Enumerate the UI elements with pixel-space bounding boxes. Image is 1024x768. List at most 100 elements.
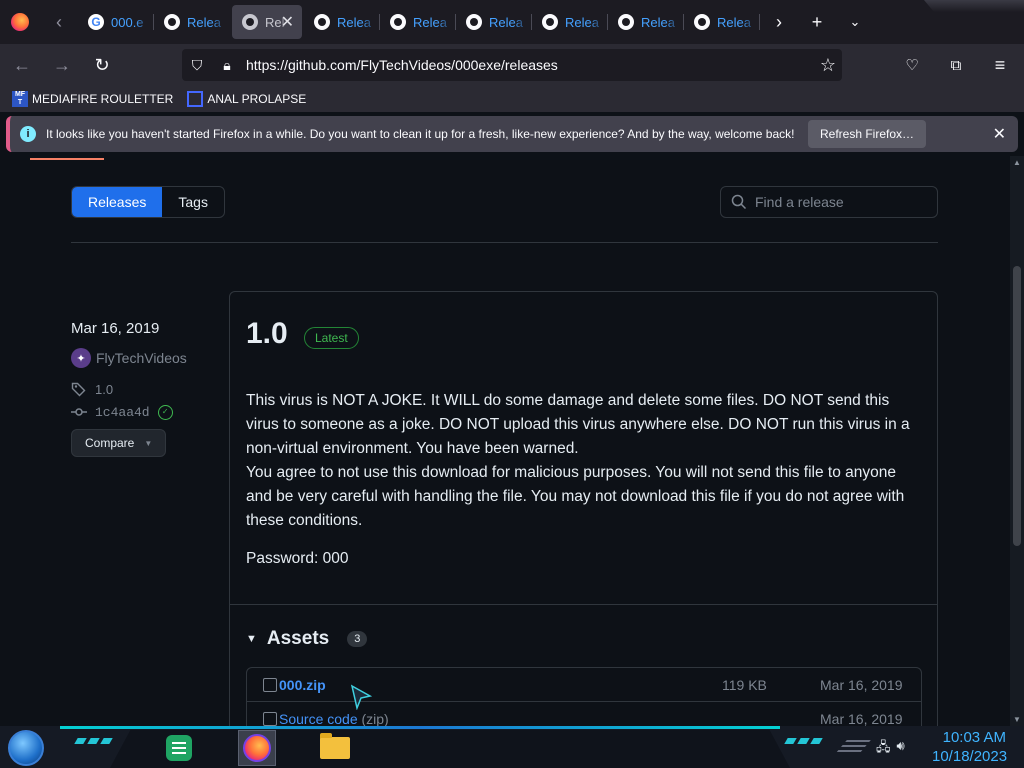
find-release-input[interactable]: [755, 194, 925, 210]
tab-separator: [759, 14, 760, 30]
page-scrollbar[interactable]: ▲ ▼: [1010, 156, 1024, 726]
github-icon: [694, 14, 710, 30]
arrow-right-icon: →: [53, 54, 71, 75]
pocket-button[interactable]: ♡: [894, 47, 930, 83]
scroll-up-icon[interactable]: ▲: [1010, 158, 1024, 167]
chevron-down-icon: ⌄: [849, 14, 861, 29]
tab-1[interactable]: Relea: [154, 0, 230, 44]
tab-6[interactable]: Relea: [532, 0, 608, 44]
navigation-bar: ← → ↻ ⛉ 🔒︎ https://github.com/FlyTechVid…: [0, 44, 1024, 86]
scroll-down-icon[interactable]: ▼: [1010, 715, 1024, 724]
bookmark-star-icon[interactable]: ☆: [820, 55, 836, 76]
assets-count-badge: 3: [347, 631, 368, 647]
info-icon: i: [20, 126, 36, 142]
asset-row[interactable]: Source code (zip) Mar 16, 2019: [247, 702, 921, 726]
bookmark-mediafire-rouletter[interactable]: MF T MEDIAFIRE ROULETTER: [12, 91, 173, 107]
releases-tags-toggle: Releases Tags: [71, 186, 225, 218]
lock-icon[interactable]: 🔒︎: [212, 57, 242, 74]
triangle-down-icon: ▼: [246, 633, 257, 645]
assets-list: 000.zip 119 KB Mar 16, 2019 Source code …: [246, 667, 922, 726]
tab-7[interactable]: Relea: [608, 0, 684, 44]
system-clock[interactable]: 10:03 AM 10/18/2023: [932, 728, 1007, 766]
taskbar-app-file-explorer[interactable]: [316, 730, 354, 766]
tags-tab[interactable]: Tags: [162, 187, 224, 217]
asset-row[interactable]: 000.zip 119 KB Mar 16, 2019: [247, 668, 921, 702]
asset-link[interactable]: Source code (zip): [279, 711, 389, 726]
tab-strip: ‹ G 000.e Relea Rel ✕ Relea Relea Relea: [0, 0, 1024, 44]
release-tag[interactable]: 1.0: [71, 381, 113, 397]
assets-toggle[interactable]: ▼ Assets 3: [246, 628, 368, 650]
app-menu-button[interactable]: ≡: [982, 47, 1018, 83]
tab-label: Relea: [717, 14, 751, 30]
close-tab-icon[interactable]: ✕: [281, 12, 294, 32]
author-name[interactable]: FlyTechVideos: [96, 350, 187, 366]
scrollbar-thumb[interactable]: [1013, 266, 1021, 546]
tab-0[interactable]: G 000.e: [78, 0, 154, 44]
toolbar-right: ♡ ⧉ ≡: [890, 47, 1018, 83]
commit-hash[interactable]: 1c4aa4d: [95, 405, 150, 420]
tab-label: 000.e: [111, 14, 144, 30]
new-tab-button[interactable]: +: [798, 0, 836, 44]
releases-tab[interactable]: Releases: [72, 187, 163, 217]
tag-label[interactable]: 1.0: [95, 382, 113, 397]
release-card: 1.0 Latest This virus is NOT A JOKE. It …: [229, 291, 938, 726]
screen: ‹ G 000.e Relea Rel ✕ Relea Relea Relea: [0, 0, 1024, 768]
forward-button[interactable]: →: [44, 47, 80, 83]
release-notes-paragraph: This virus is NOT A JOKE. It WILL do som…: [246, 392, 910, 457]
tab-label: Relea: [337, 14, 371, 30]
release-title[interactable]: 1.0: [246, 317, 288, 351]
active-tab-underline: [30, 158, 104, 160]
github-icon: [314, 14, 330, 30]
tab-4[interactable]: Relea: [380, 0, 456, 44]
chevron-right-icon: ›: [776, 11, 782, 32]
taskbar-glow: [60, 726, 780, 729]
arrow-left-icon: ←: [13, 54, 31, 75]
volume-icon[interactable]: 🔊︎: [897, 738, 905, 760]
url-text[interactable]: https://github.com/FlyTechVideos/000exe/…: [246, 57, 558, 73]
assets-heading: Assets: [266, 628, 330, 649]
start-button[interactable]: [8, 730, 44, 766]
notification-text: It looks like you haven't started Firefo…: [46, 127, 795, 141]
release-commit[interactable]: 1c4aa4d ✓: [71, 404, 173, 420]
close-icon[interactable]: ✕: [993, 124, 1006, 144]
reload-button[interactable]: ↻: [84, 47, 120, 83]
mouse-cursor-icon: [350, 684, 372, 710]
asset-date: Mar 16, 2019: [820, 676, 903, 693]
bookmark-anal-prolapse[interactable]: ANAL PROLAPSE: [187, 91, 306, 107]
back-button[interactable]: ←: [4, 47, 40, 83]
latest-badge: Latest: [304, 327, 359, 349]
pocket-icon: ♡: [905, 57, 919, 74]
asset-link[interactable]: 000.zip: [279, 677, 326, 693]
tab-8[interactable]: Relea: [684, 0, 760, 44]
firefox-menu[interactable]: [0, 0, 40, 44]
decorative-stripes: [784, 738, 823, 744]
asset-size: 119 KB: [722, 676, 767, 693]
release-author[interactable]: ✦ FlyTechVideos: [71, 348, 187, 368]
tab-scroll-left-button[interactable]: ‹: [40, 0, 78, 44]
reload-icon: ↻: [94, 54, 110, 75]
tracking-protection-icon[interactable]: ⛉: [182, 57, 212, 74]
taskbar-app-sheets[interactable]: [160, 730, 198, 766]
extensions-button[interactable]: ⧉: [938, 47, 974, 83]
decorative-stripes: [74, 738, 113, 744]
github-icon: [466, 14, 482, 30]
taskbar-app-firefox[interactable]: [238, 730, 276, 766]
tab-3[interactable]: Relea: [304, 0, 380, 44]
url-bar[interactable]: ⛉ 🔒︎ https://github.com/FlyTechVideos/00…: [182, 49, 842, 81]
mediafire-icon: MF T: [12, 91, 28, 107]
find-release-search[interactable]: [720, 186, 938, 218]
list-all-tabs-button[interactable]: ⌄: [836, 0, 874, 44]
firefox-icon: [243, 734, 271, 762]
network-icon[interactable]: 🖧︎: [876, 738, 891, 760]
compare-button[interactable]: Compare ▼: [71, 429, 166, 457]
github-icon: [242, 14, 258, 30]
sheets-icon: [166, 735, 192, 761]
asset-link-text[interactable]: Source code: [279, 711, 358, 726]
tab-scroll-right-button[interactable]: ›: [760, 0, 798, 44]
tab-2-active[interactable]: Rel ✕: [232, 5, 302, 39]
decorative-lines: [845, 740, 871, 742]
bookmark-icon: [187, 91, 204, 107]
tab-5[interactable]: Relea: [456, 0, 532, 44]
refresh-firefox-button[interactable]: Refresh Firefox…: [808, 120, 927, 148]
password-text: Password: 000: [246, 550, 349, 567]
